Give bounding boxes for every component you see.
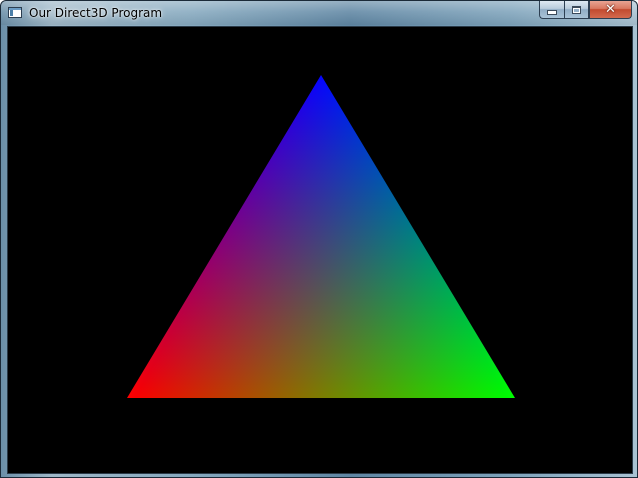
maximize-button[interactable] — [564, 1, 589, 19]
window-title: Our Direct3D Program — [29, 6, 163, 20]
application-window-icon[interactable] — [8, 7, 22, 18]
minimize-icon — [547, 10, 557, 15]
caption-buttons: ✕ — [539, 1, 632, 19]
application-window: Our Direct3D Program ✕ — [0, 0, 638, 478]
close-button[interactable]: ✕ — [589, 1, 632, 19]
direct3d-render-area — [7, 26, 633, 474]
render-canvas — [8, 27, 632, 473]
title-bar[interactable]: Our Direct3D Program ✕ — [1, 1, 637, 25]
close-icon: ✕ — [605, 2, 616, 17]
maximize-icon — [572, 5, 581, 14]
minimize-button[interactable] — [539, 1, 564, 19]
